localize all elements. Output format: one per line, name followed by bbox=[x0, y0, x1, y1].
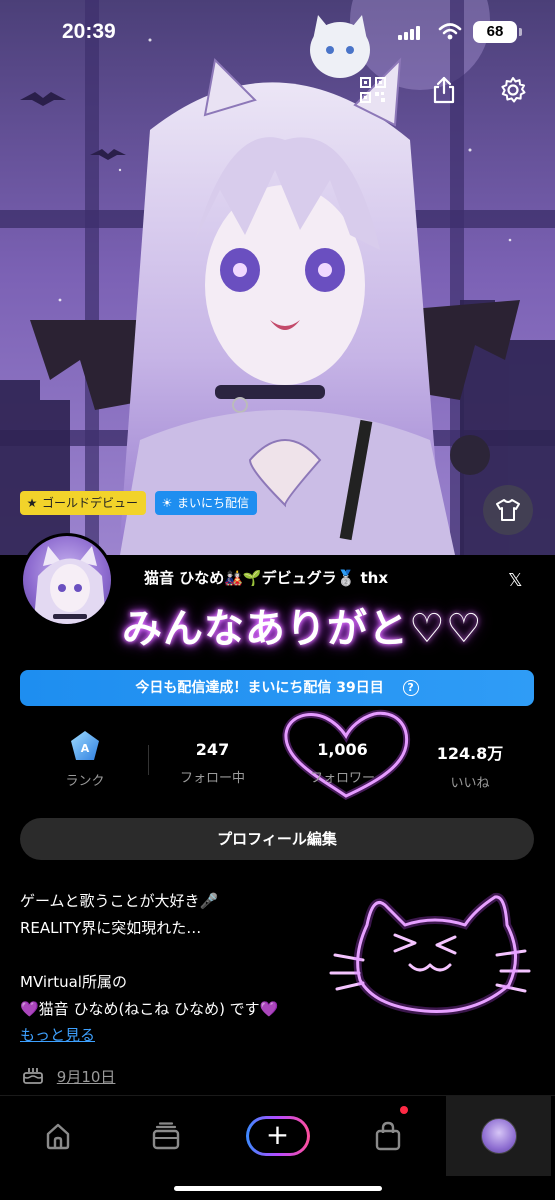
following-stat[interactable]: 247 フォロー中 bbox=[165, 740, 260, 786]
likes-label: いいね bbox=[450, 776, 490, 791]
nav-create[interactable]: + bbox=[240, 1096, 315, 1176]
neon-cat-doodle bbox=[329, 892, 531, 1016]
bottom-navigation: + bbox=[0, 1095, 555, 1200]
following-count: 247 bbox=[195, 740, 230, 759]
wifi-icon bbox=[438, 23, 462, 40]
nav-feed[interactable] bbox=[128, 1096, 203, 1176]
daily-stream-badge[interactable]: ☀ まいにち配信 bbox=[155, 491, 258, 515]
gold-debut-badge[interactable]: ★ ゴールドデビュー bbox=[20, 491, 147, 515]
rank-stat[interactable]: A ランク bbox=[45, 730, 125, 789]
nav-shop[interactable] bbox=[350, 1096, 425, 1176]
stats-divider bbox=[148, 745, 149, 775]
x-social-icon[interactable]: 𝕏 bbox=[508, 570, 523, 591]
nav-profile[interactable] bbox=[446, 1096, 551, 1176]
followers-stat[interactable]: 1,006 フォロワー bbox=[295, 740, 390, 786]
shop-bag-icon bbox=[375, 1121, 400, 1151]
feed-cards-icon bbox=[152, 1122, 179, 1150]
create-plus-icon: + bbox=[245, 1116, 310, 1156]
avatar-thumbnail bbox=[33, 546, 107, 624]
bio-line: MVirtual所属の bbox=[20, 973, 127, 991]
cellular-signal-icon bbox=[398, 26, 420, 40]
star-icon: ★ bbox=[26, 496, 38, 510]
daily-stream-banner-text: 今日も配信達成！まいにち配信 39日目 bbox=[135, 680, 384, 696]
home-indicator bbox=[174, 1186, 382, 1191]
nav-home[interactable] bbox=[20, 1096, 95, 1176]
birthday-row: 9月10日 bbox=[22, 1064, 115, 1088]
profile-hero-image: 20:39 68 ★ ゴールドデビュー ☀ まいにち配信 bbox=[0, 0, 555, 555]
followers-label: フォロワー bbox=[309, 771, 375, 786]
profile-avatar bbox=[480, 1118, 517, 1154]
following-label: フォロー中 bbox=[179, 771, 245, 786]
tshirt-icon bbox=[496, 499, 520, 521]
avatar-illustration bbox=[0, 0, 555, 555]
edit-profile-button[interactable]: プロフィール編集 bbox=[20, 818, 534, 860]
home-icon bbox=[46, 1123, 69, 1150]
profile-avatar[interactable] bbox=[20, 533, 114, 627]
help-question-icon[interactable]: ? bbox=[402, 680, 419, 696]
bio-line: REALITY界に突如現れた… bbox=[20, 919, 202, 937]
handwritten-thanks-overlay: みんなありがと♡♡ bbox=[122, 606, 483, 652]
battery-indicator: 68 bbox=[473, 21, 517, 43]
settings-gear-icon[interactable] bbox=[493, 70, 533, 110]
rank-label: ランク bbox=[65, 774, 105, 789]
bio-line: ゲームと歌うことが大好き🎤 bbox=[20, 892, 219, 910]
svg-text:A: A bbox=[81, 742, 90, 755]
profile-bio: ゲームと歌うことが大好き🎤 REALITY界に突如現れた… MVirtual所属… bbox=[20, 888, 278, 1023]
bio-line: 💜猫音 ひなめ(ねこね ひなめ) です💜 bbox=[20, 1000, 279, 1018]
notification-dot bbox=[400, 1106, 408, 1114]
rank-diamond-icon: A bbox=[71, 731, 99, 760]
outfit-button[interactable] bbox=[483, 485, 533, 535]
show-more-link[interactable]: もっと見る bbox=[20, 1024, 95, 1045]
bio-line bbox=[20, 942, 278, 969]
display-name: 猫音 ひなめ🎎🌱デビュグラ🥈 thx bbox=[144, 569, 389, 587]
clock: 20:39 bbox=[62, 20, 116, 43]
likes-count: 124.8万 bbox=[436, 744, 504, 763]
birthday-cake-icon bbox=[23, 1068, 43, 1084]
birthday-date: 9月10日 bbox=[56, 1068, 116, 1086]
qr-code-icon[interactable] bbox=[353, 70, 393, 110]
followers-count: 1,006 bbox=[317, 740, 368, 759]
battery-tip bbox=[519, 28, 522, 36]
likes-stat[interactable]: 124.8万 いいね bbox=[420, 740, 520, 791]
status-bar: 20:39 68 bbox=[0, 0, 555, 64]
share-icon[interactable] bbox=[424, 70, 464, 110]
sun-icon: ☀ bbox=[161, 496, 173, 510]
daily-stream-banner[interactable]: 今日も配信達成！まいにち配信 39日目 ? bbox=[20, 670, 534, 706]
